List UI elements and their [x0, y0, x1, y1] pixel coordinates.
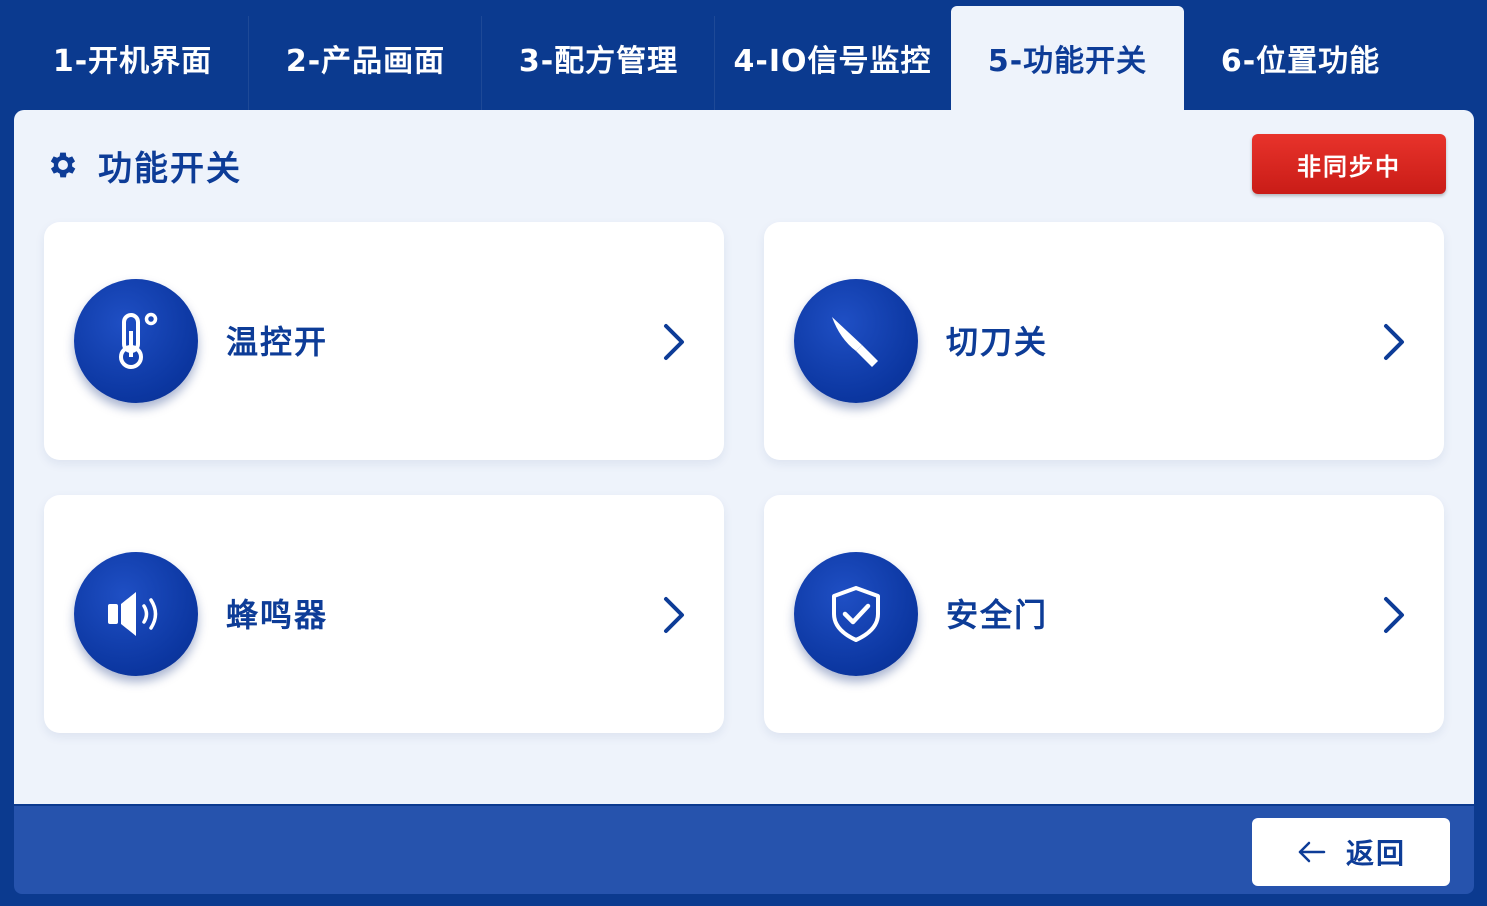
arrow-left-icon: [1298, 841, 1326, 863]
speaker-icon: [108, 592, 158, 636]
knife-icon: [832, 317, 878, 367]
back-button[interactable]: 返回: [1252, 818, 1450, 886]
card-cutter[interactable]: 切刀关: [764, 222, 1444, 460]
card-label: 安全门: [946, 596, 1049, 634]
sync-status-button[interactable]: 非同步中: [1252, 134, 1446, 194]
tab-startup[interactable]: 1-开机界面: [16, 6, 249, 110]
tab-label: 3-配方管理: [518, 44, 679, 79]
back-button-label: 返回: [1345, 837, 1406, 870]
page-title: 功能开关: [46, 140, 242, 190]
tab-position[interactable]: 6-位置功能: [1184, 6, 1417, 110]
tab-function-switch[interactable]: 5-功能开关: [951, 6, 1184, 110]
card-label: 蜂鸣器: [226, 596, 329, 634]
thermometer-icon: [119, 312, 158, 369]
icon-circle: [74, 279, 198, 403]
card-buzzer[interactable]: 蜂鸣器: [44, 495, 724, 733]
tab-label: 5-功能开关: [987, 44, 1148, 79]
tab-io-monitor[interactable]: 4-IO信号监控: [716, 6, 949, 110]
icon-circle: [794, 552, 918, 676]
chevron-right-icon: [1384, 597, 1404, 633]
tab-label: 4-IO信号监控: [733, 44, 932, 79]
chevron-right-icon: [664, 324, 684, 360]
card-safety-door[interactable]: 安全门: [764, 495, 1444, 733]
chevron-right-icon: [664, 597, 684, 633]
card-temperature-control[interactable]: 温控开: [44, 222, 724, 460]
footer-bar: 返回: [14, 806, 1474, 894]
gear-icon: [50, 152, 76, 178]
tab-label: 1-开机界面: [52, 44, 213, 79]
tab-label: 2-产品画面: [285, 44, 446, 79]
tab-divider: [714, 16, 715, 110]
tab-label: 6-位置功能: [1220, 44, 1381, 79]
card-label: 切刀关: [946, 323, 1049, 361]
card-label: 温控开: [226, 323, 329, 361]
main-panel: 功能开关 非同步中 温控开 切刀关 蜂鸣器 安全门: [14, 110, 1474, 804]
chevron-right-icon: [1384, 324, 1404, 360]
page-title-text: 功能开关: [98, 148, 242, 189]
icon-circle: [794, 279, 918, 403]
icon-circle: [74, 552, 198, 676]
tab-recipe[interactable]: 3-配方管理: [482, 6, 715, 110]
tab-bar: 1-开机界面 2-产品画面 3-配方管理 4-IO信号监控 5-功能开关 6-位…: [0, 0, 1487, 110]
tab-product[interactable]: 2-产品画面: [249, 6, 482, 110]
shield-check-icon: [832, 586, 880, 642]
